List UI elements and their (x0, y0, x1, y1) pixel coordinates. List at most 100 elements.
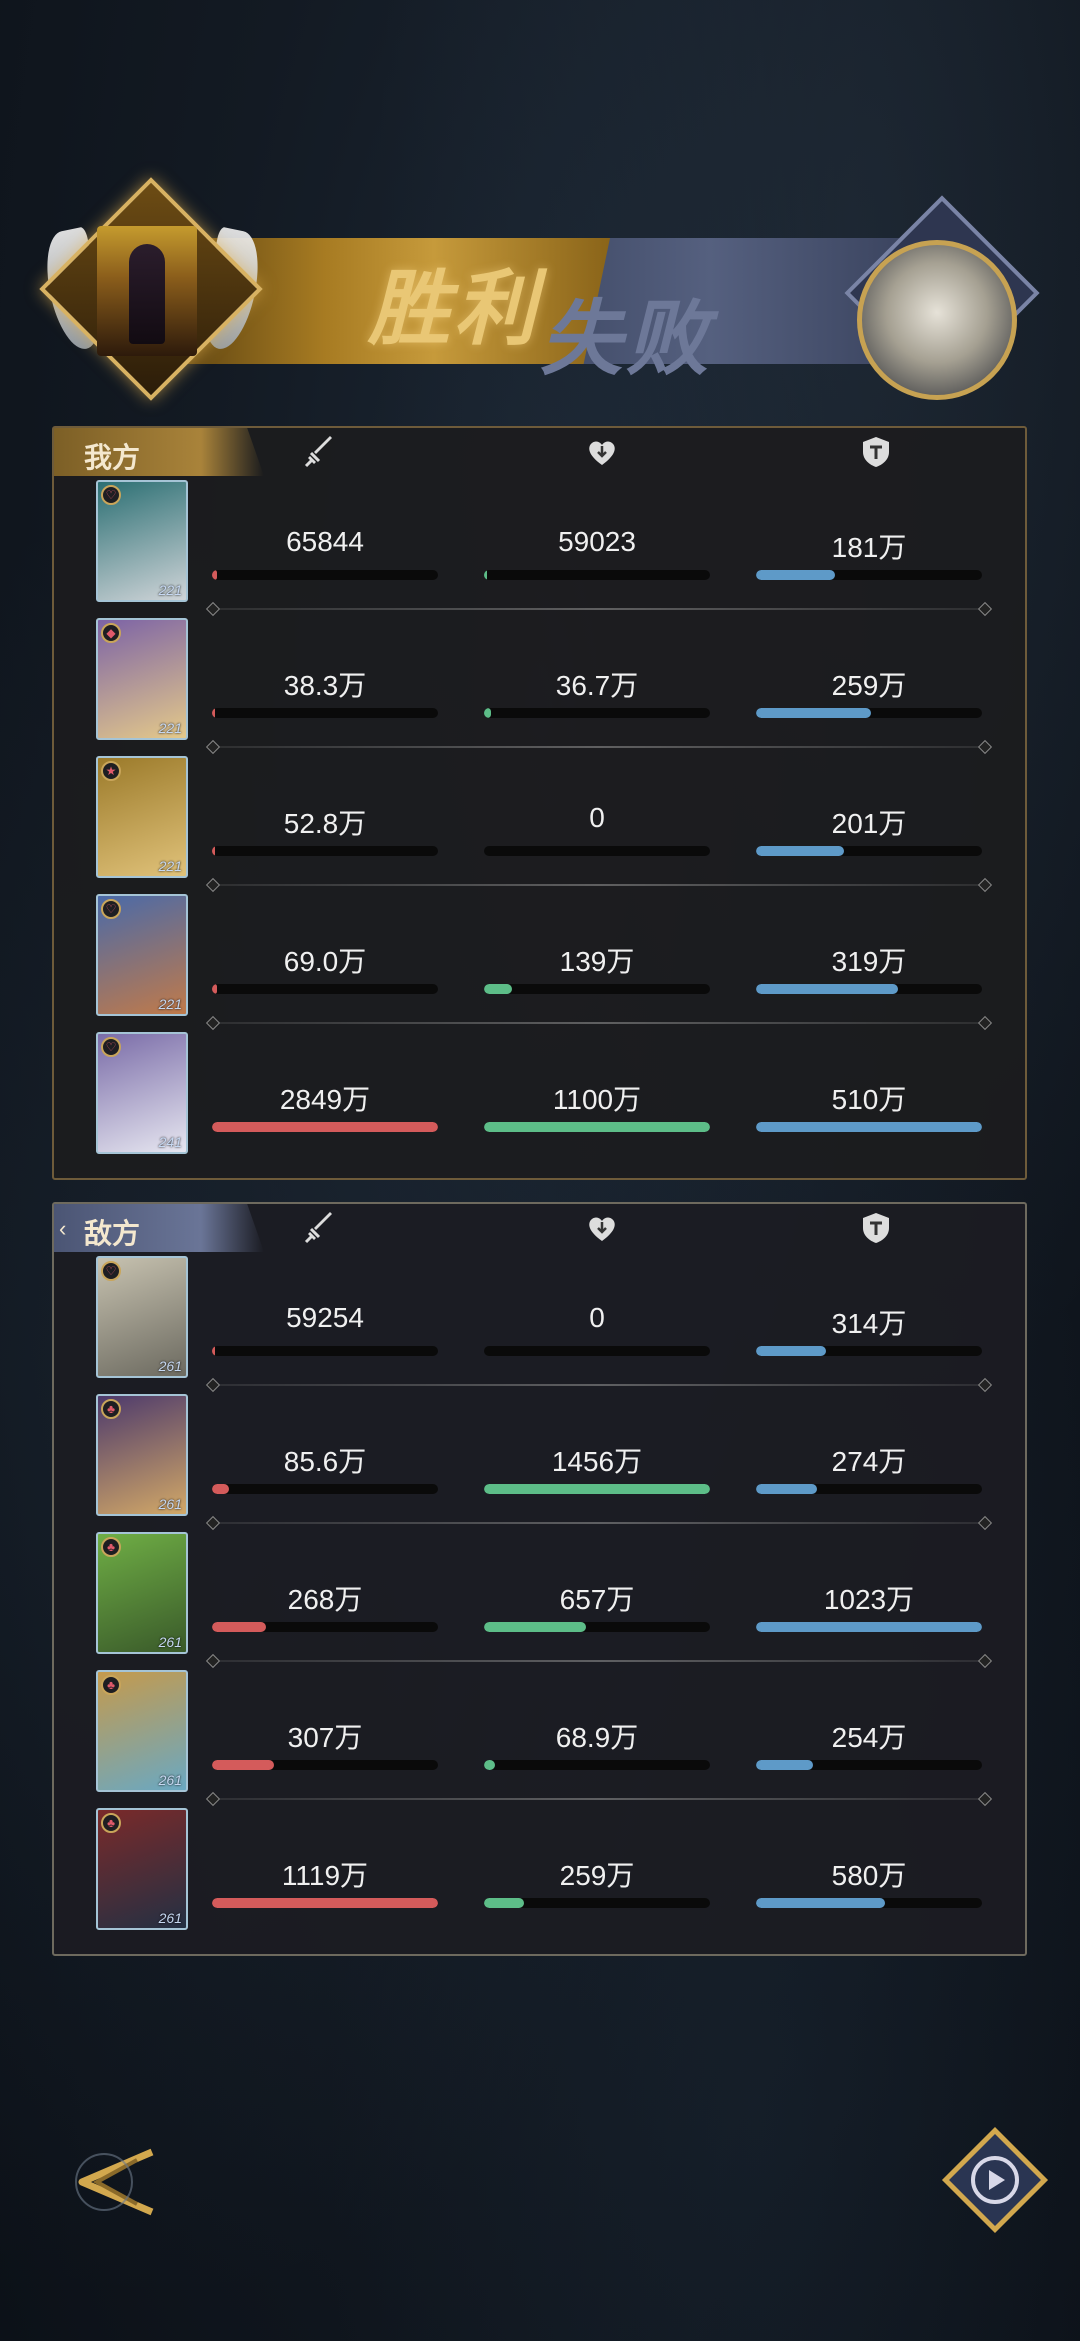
heal-bar (484, 846, 710, 856)
damage-value: 69.0万 (283, 946, 367, 977)
heal-value: 139万 (559, 946, 635, 977)
heal-stat: 36.7万 (484, 664, 710, 724)
damage-stat: 307万 (212, 1716, 438, 1776)
damage-value: 85.6万 (283, 1446, 367, 1477)
tank-bar-fill (756, 570, 836, 580)
hero-level: 261 (158, 1358, 182, 1374)
hero-card[interactable]: ♡ 221 (96, 894, 188, 1016)
tank-value: 510万 (831, 1084, 907, 1115)
heal-stat: 1456万 (484, 1440, 710, 1500)
damage-bar-fill (212, 570, 217, 580)
damage-bar (212, 1898, 438, 1908)
heal-stat: 139万 (484, 940, 710, 1000)
chevron-icon: ‹ (59, 1216, 67, 1241)
hero-class-badge-icon: ♣ (101, 1537, 121, 1557)
heart-icon (584, 434, 620, 470)
damage-value: 52.8万 (283, 808, 367, 839)
row-divider (214, 1798, 984, 1800)
heal-bar (484, 1760, 710, 1770)
damage-bar-fill (212, 984, 218, 994)
tank-bar-fill (756, 1122, 982, 1132)
heal-value: 259万 (559, 1860, 635, 1891)
replay-button[interactable] (935, 2120, 1055, 2240)
heal-bar (484, 1484, 710, 1494)
damage-bar (212, 1346, 438, 1356)
hero-card[interactable]: ♡ 221 (96, 480, 188, 602)
tank-bar (756, 984, 982, 994)
back-button[interactable] (52, 2132, 162, 2232)
enemy-stats-panel: ‹ 敌方 ♡ 261 59254 0 314万 ♣ 261 85.6万 1456万 274万 ♣ 26… (52, 1202, 1027, 1956)
ally-panel-header: 我方 (54, 428, 1025, 476)
tank-value: 1023万 (823, 1584, 915, 1615)
damage-value: 268万 (287, 1584, 363, 1615)
damage-bar-fill (212, 1346, 215, 1356)
hero-card[interactable]: ♣ 261 (96, 1532, 188, 1654)
enemy-hero-row: ♣ 261 307万 68.9万 254万 (54, 1666, 1025, 1804)
tank-bar (756, 1898, 982, 1908)
tank-bar-fill (756, 1346, 827, 1356)
damage-stat: 38.3万 (212, 664, 438, 724)
tank-stat: 510万 (756, 1078, 982, 1138)
heal-bar-fill (484, 1898, 525, 1908)
heal-stat: 259万 (484, 1854, 710, 1914)
heal-stat: 0 (484, 802, 710, 862)
defeat-label: 失败 (540, 291, 712, 387)
damage-bar (212, 1484, 438, 1494)
row-divider (214, 1522, 984, 1524)
tank-bar (756, 1622, 982, 1632)
hero-card[interactable]: ♡ 241 (96, 1032, 188, 1154)
hero-level: 221 (158, 858, 182, 874)
damage-bar (212, 1760, 438, 1770)
row-divider (214, 1660, 984, 1662)
hero-class-badge-icon: ◆ (101, 623, 121, 643)
heal-bar-fill (484, 1484, 710, 1494)
tank-value: 274万 (831, 1446, 907, 1477)
hero-card[interactable]: ♣ 261 (96, 1670, 188, 1792)
heal-value: 1100万 (552, 1084, 642, 1115)
hero-card[interactable]: ♣ 261 (96, 1394, 188, 1516)
tank-stat: 314万 (756, 1302, 982, 1362)
hero-level: 221 (158, 720, 182, 736)
damage-value: 307万 (287, 1722, 363, 1753)
result-banner: 失败 胜利 (0, 177, 1080, 430)
hero-card[interactable]: ♣ 261 (96, 1808, 188, 1930)
damage-stat: 69.0万 (212, 940, 438, 1000)
enemy-panel-header: ‹ 敌方 (54, 1204, 1025, 1252)
tank-bar-fill (756, 1898, 885, 1908)
hero-card[interactable]: ★ 221 (96, 756, 188, 878)
enemy-hero-row: ♣ 261 85.6万 1456万 274万 (54, 1390, 1025, 1528)
tank-bar (756, 846, 982, 856)
damage-bar-fill (212, 708, 215, 718)
tank-bar (756, 570, 982, 580)
damage-value: 1119万 (281, 1860, 369, 1891)
heal-bar (484, 1622, 710, 1632)
tank-bar-fill (756, 1760, 813, 1770)
heal-value: 657万 (559, 1584, 635, 1615)
heal-stat: 657万 (484, 1578, 710, 1638)
damage-bar-fill (212, 1898, 438, 1908)
sword-icon (302, 434, 338, 470)
tank-value: 201万 (831, 808, 907, 839)
hero-class-badge-icon: ♡ (101, 1261, 121, 1281)
heal-bar-fill (484, 570, 487, 580)
ally-hero-row: ♡ 221 65844 59023 181万 (54, 476, 1025, 614)
hero-card[interactable]: ♡ 261 (96, 1256, 188, 1378)
damage-value: 38.3万 (283, 670, 367, 701)
hero-class-badge-icon: ♣ (101, 1399, 121, 1419)
row-divider (214, 608, 984, 610)
replay-icon (941, 2126, 1049, 2234)
back-arrow-icon (75, 2148, 154, 2216)
hero-class-badge-icon: ★ (101, 761, 121, 781)
damage-bar-fill (212, 1122, 438, 1132)
hero-level: 261 (158, 1634, 182, 1650)
heal-bar-fill (484, 1122, 710, 1132)
damage-bar-fill (212, 1484, 230, 1494)
damage-bar (212, 1122, 438, 1132)
damage-bar (212, 984, 438, 994)
tank-value: 580万 (831, 1860, 907, 1891)
hero-class-badge-icon: ♡ (101, 899, 121, 919)
tank-value: 319万 (831, 946, 907, 977)
hero-level: 261 (158, 1772, 182, 1788)
hero-card[interactable]: ◆ 221 (96, 618, 188, 740)
shield-icon (858, 1210, 894, 1246)
